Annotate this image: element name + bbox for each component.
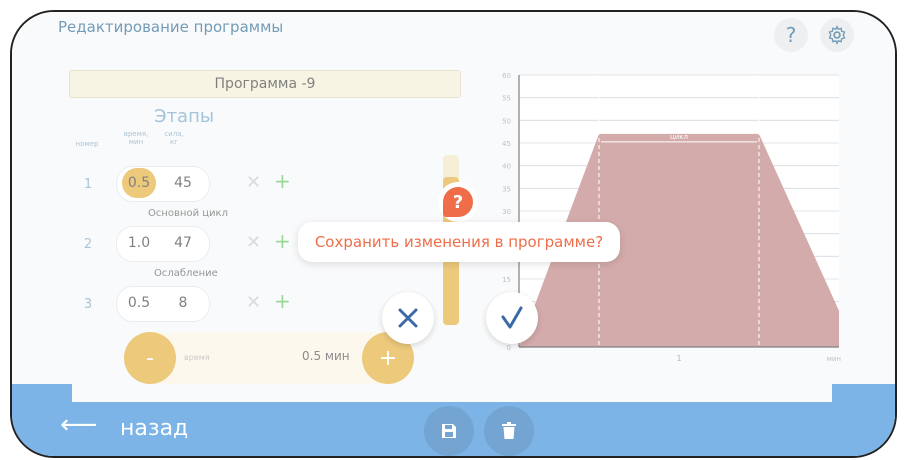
cancel-button[interactable] bbox=[382, 292, 434, 344]
question-icon: ? bbox=[443, 187, 473, 217]
device-frame: Редактирование программы ? Программа -9 … bbox=[10, 10, 897, 458]
confirm-button[interactable] bbox=[486, 292, 538, 344]
close-icon bbox=[398, 308, 418, 328]
program-editor-screen: Редактирование программы ? Программа -9 … bbox=[12, 12, 895, 456]
dialog-message: Сохранить изменения в программе? bbox=[298, 222, 620, 262]
dialog-question-badge: ? bbox=[438, 182, 478, 222]
check-icon bbox=[501, 306, 523, 329]
